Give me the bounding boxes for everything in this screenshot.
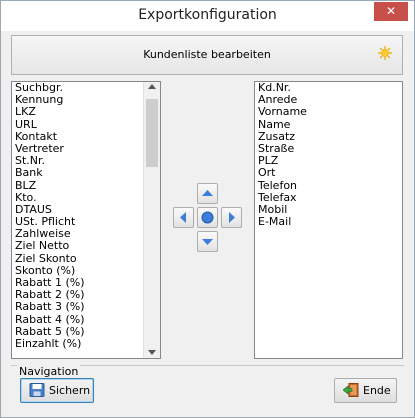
arrow-down-icon: [202, 239, 213, 245]
available-fields-scrollbar[interactable]: [143, 82, 160, 358]
scroll-down-icon[interactable]: [148, 350, 156, 355]
scroll-thumb[interactable]: [146, 99, 158, 167]
list-item[interactable]: BLZ: [12, 179, 160, 192]
move-down-button[interactable]: [197, 231, 218, 252]
selected-fields-items: Kd.Nr. Anrede Vorname Name Zusatz Straße PLZ Or…: [255, 82, 402, 228]
header-label: Kundenliste bearbeiten: [143, 48, 271, 61]
list-item[interactable]: Ort: [255, 167, 402, 179]
circle-icon: [201, 211, 214, 224]
header-panel: Kundenliste bearbeiten: [11, 35, 403, 75]
close-button[interactable]: ✕: [374, 2, 408, 21]
window-title: Exportkonfiguration: [138, 7, 277, 23]
list-item[interactable]: Rabatt 3 (%): [12, 301, 160, 313]
end-button[interactable]: Ende: [334, 378, 397, 403]
list-item[interactable]: E-Mail: [255, 215, 402, 228]
arrow-right-icon: [229, 212, 235, 223]
exit-door-icon: [343, 383, 359, 397]
list-item[interactable]: Name: [255, 118, 402, 131]
arrow-left-icon: [180, 212, 186, 223]
navigation-group-label: Navigation: [17, 365, 81, 378]
save-button[interactable]: Sichern: [20, 378, 94, 403]
list-item[interactable]: Ziel Skonto: [12, 252, 160, 265]
list-item[interactable]: LKZ: [12, 106, 160, 118]
move-up-button[interactable]: [197, 183, 218, 204]
export-config-window: Exportkonfiguration ✕ Kundenliste bearbe…: [0, 0, 415, 418]
selected-fields-list[interactable]: Kd.Nr. Anrede Vorname Name Zusatz Straße PLZ Or…: [254, 81, 403, 359]
available-fields-items: Suchbgr. Kennung LKZ URL Kontakt Vertreter St.…: [12, 82, 160, 350]
sun-icon: [378, 46, 392, 60]
title-bar: Exportkonfiguration ✕: [1, 1, 414, 31]
list-item[interactable]: Telefon: [255, 179, 402, 192]
list-item[interactable]: Rabatt 4 (%): [12, 313, 160, 326]
end-button-label: Ende: [363, 384, 391, 397]
move-left-button[interactable]: [173, 207, 194, 228]
scroll-up-icon[interactable]: [148, 84, 156, 89]
arrow-up-icon: [202, 190, 213, 196]
center-button[interactable]: [197, 207, 218, 228]
floppy-disk-icon: [29, 383, 45, 397]
list-item[interactable]: Einzahlt (%): [12, 337, 160, 350]
save-button-label: Sichern: [49, 384, 91, 397]
list-item[interactable]: Ziel Netto: [12, 240, 160, 252]
list-item[interactable]: Vorname: [255, 106, 402, 118]
navigation-group: Navigation Sichern Ende: [11, 365, 404, 408]
list-item[interactable]: PLZ: [255, 154, 402, 167]
available-fields-list[interactable]: Suchbgr. Kennung LKZ URL Kontakt Vertreter St.…: [11, 81, 161, 359]
move-right-button[interactable]: [221, 207, 242, 228]
list-item[interactable]: Bank: [12, 167, 160, 179]
list-item[interactable]: URL: [12, 118, 160, 131]
